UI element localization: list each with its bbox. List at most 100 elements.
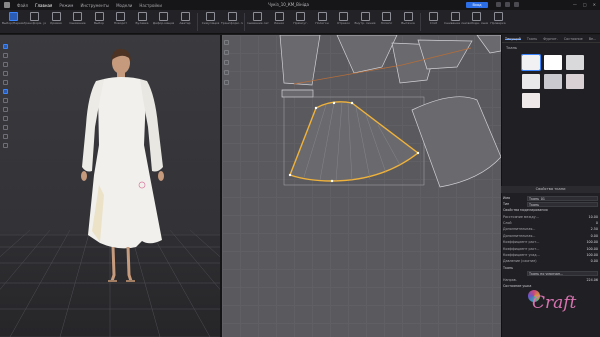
fabric-swatch[interactable] [544, 74, 562, 89]
type-select[interactable]: Ткань [527, 201, 598, 207]
property-value[interactable]: 0.00 [591, 259, 598, 263]
property-value[interactable]: 2.50 [591, 227, 598, 231]
property-value[interactable]: 100.00 [586, 253, 598, 257]
render-icon[interactable] [3, 143, 8, 148]
property-value[interactable]: 0 [596, 221, 598, 225]
brush-icon[interactable] [3, 80, 8, 85]
select-mesh-icon[interactable] [3, 44, 8, 49]
tool-icon [180, 12, 190, 21]
tool-0[interactable]: Выбор/Переме-щение [2, 12, 24, 25]
grid-icon[interactable] [3, 125, 8, 130]
close-icon[interactable]: ✕ [593, 2, 596, 7]
zoom-icon[interactable] [224, 40, 229, 45]
grid-toggle-icon[interactable] [224, 50, 229, 55]
pattern-piece-fan[interactable] [411, 96, 501, 188]
tool-11[interactable]: Сшивание сегм. [247, 12, 269, 25]
fabric-swatch[interactable] [566, 74, 584, 89]
pin-icon[interactable] [3, 62, 8, 67]
toolbar-separator [419, 13, 421, 31]
tool-6[interactable]: Булавка [131, 12, 153, 25]
pattern-2d-view[interactable] [222, 35, 501, 337]
login-button[interactable]: Вход [466, 2, 488, 8]
menu-home[interactable]: Главная [35, 3, 52, 8]
tool-7[interactable]: Дефор-мация [153, 12, 175, 25]
fabric-header-label: Ткань [503, 265, 514, 270]
property-value[interactable]: 100.00 [586, 247, 598, 251]
menu-models[interactable]: Модели [116, 3, 132, 8]
tool-20[interactable]: Сшивание лекал [444, 12, 466, 25]
fit-view-icon[interactable] [3, 134, 8, 139]
tool-3[interactable]: Сшивание [67, 12, 89, 25]
ruler-icon[interactable] [224, 60, 229, 65]
tool-5[interactable]: Поворот [110, 12, 132, 25]
tool-13[interactable]: Прямоуг. [290, 12, 312, 25]
menu-file[interactable]: Файл [17, 3, 28, 8]
fabric-swatch[interactable] [521, 54, 541, 71]
avatar-icon[interactable] [3, 89, 8, 94]
tool-4[interactable]: Выбор [88, 12, 110, 25]
light-icon[interactable] [3, 116, 8, 121]
menu-settings[interactable]: Настройки [139, 3, 162, 8]
direction-value[interactable]: 224.06 [586, 278, 598, 282]
tool-icon [206, 12, 215, 21]
tool-10[interactable]: Трансформ. лекала [221, 12, 243, 25]
fit-icon[interactable] [224, 80, 229, 85]
state-header[interactable]: Состояние ушка [503, 283, 598, 289]
property-label: Коэффициент раст... [503, 240, 540, 245]
property-value[interactable]: 0.00 [591, 234, 598, 238]
pattern-piece-top-1[interactable] [279, 35, 321, 86]
measure-icon[interactable] [3, 71, 8, 76]
texture-icon[interactable] [3, 98, 8, 103]
pattern-pieces [279, 35, 501, 188]
viewport-3d[interactable] [0, 35, 220, 337]
name-input[interactable]: Ткань_01 [527, 195, 598, 201]
tool-1[interactable]: Трансформ. узла [24, 12, 46, 25]
tool-19[interactable]: Сгиб [423, 12, 445, 25]
tool-label: Свободн. сшив. [465, 22, 488, 25]
property-value[interactable]: 10.00 [589, 215, 598, 219]
tab-trims[interactable]: Фурнит. [543, 37, 558, 41]
tool-icon [253, 12, 262, 21]
tool-14[interactable]: Полигон [311, 12, 333, 25]
fabric-swatch[interactable] [522, 74, 540, 89]
tab-more[interactable]: Ве... [589, 37, 597, 41]
property-value[interactable]: 100.00 [586, 240, 598, 244]
snap-icon[interactable] [224, 70, 229, 75]
tool-17[interactable]: Эллипс [376, 12, 398, 25]
window-controls: — □ ✕ [573, 2, 596, 7]
user-icon[interactable] [496, 2, 501, 7]
state-header-label: Состояние ушка [503, 284, 532, 289]
tool-22[interactable]: Проверка [487, 12, 509, 25]
tab-state[interactable]: Состояние [564, 37, 583, 41]
fabric-swatch[interactable] [544, 55, 562, 70]
tool-18[interactable]: Вытачка [397, 12, 419, 25]
tool-label: Вытачка [401, 22, 415, 25]
pattern-piece-top-5[interactable] [476, 35, 501, 54]
maximize-icon[interactable]: □ [583, 2, 587, 7]
tab-fabric[interactable]: Ткань [527, 37, 537, 41]
tool-8[interactable]: Аватар [174, 12, 196, 25]
tool-icon [137, 12, 147, 21]
menu-tools[interactable]: Инструменты [80, 3, 109, 8]
tool-12[interactable]: Линия [268, 12, 290, 25]
tool-2[interactable]: Кривая [45, 12, 67, 25]
tool-icon [360, 12, 370, 21]
tool-9[interactable]: Симуляция [200, 12, 222, 25]
tab-current[interactable]: Текущий [505, 37, 521, 41]
camera-icon[interactable] [3, 53, 8, 58]
minimize-icon[interactable]: — [573, 2, 577, 7]
pattern-piece-strip[interactable] [281, 89, 314, 98]
gear-icon[interactable] [505, 2, 510, 7]
bell-icon[interactable] [514, 2, 519, 7]
tool-16[interactable]: Внутр. линия [354, 12, 376, 25]
tool-15[interactable]: Отрезок [333, 12, 355, 25]
fabric-select[interactable]: Ткань по умолчан... [527, 271, 598, 277]
fabric-swatch[interactable] [522, 93, 540, 108]
tool-label: Симуляция [201, 22, 220, 25]
fabric-swatch[interactable] [566, 55, 584, 70]
menu-mode[interactable]: Режим [59, 3, 73, 8]
layer-icon[interactable] [3, 107, 8, 112]
tool-21[interactable]: Свободн. сшив. [466, 12, 488, 25]
selected-skirt-piece[interactable] [289, 101, 420, 182]
tool-label: Сшивание [69, 22, 86, 25]
